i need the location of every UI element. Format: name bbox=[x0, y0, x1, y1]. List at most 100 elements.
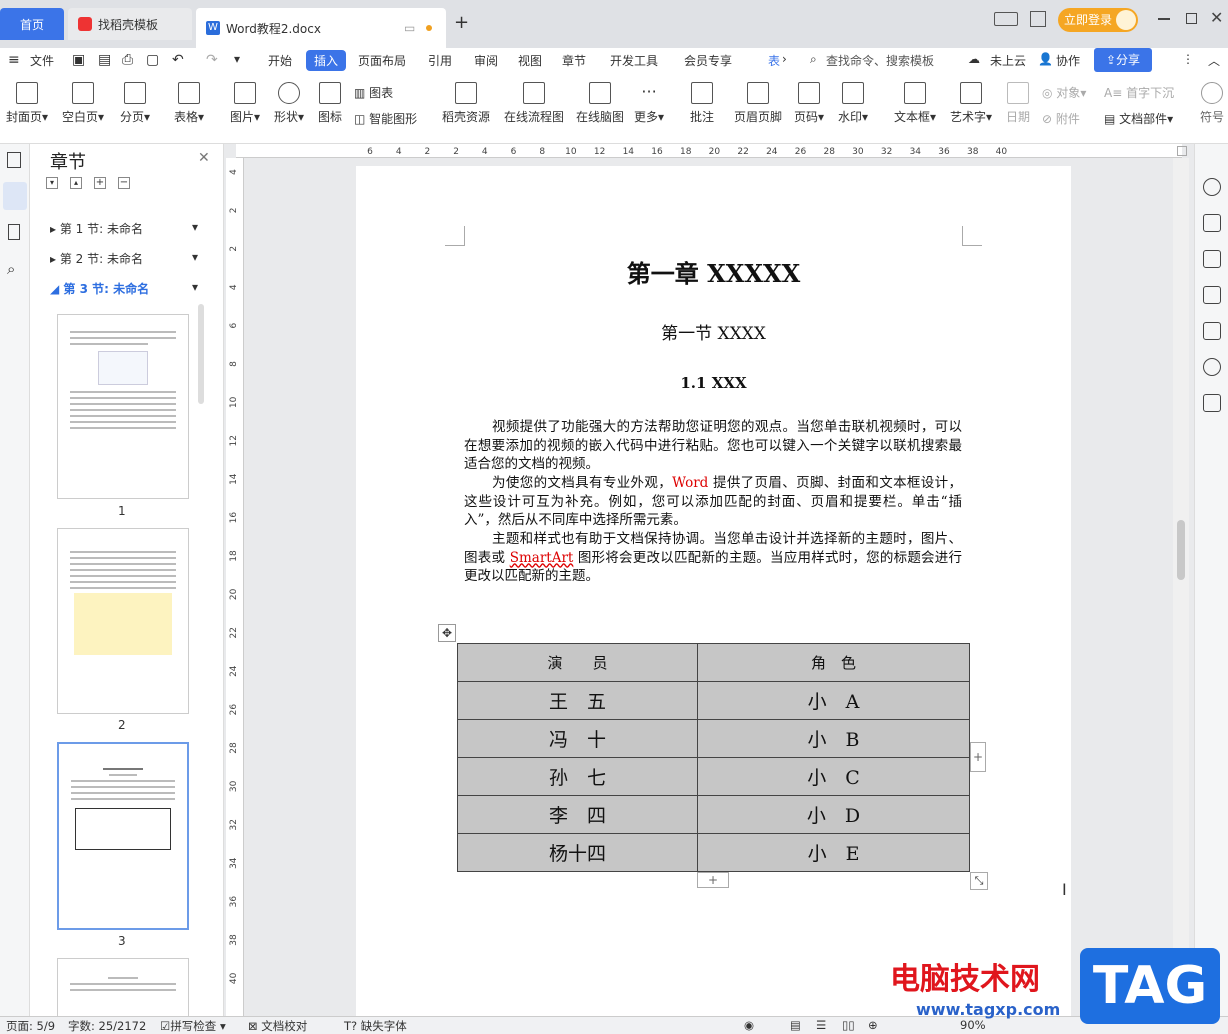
grid-icon[interactable] bbox=[1030, 11, 1046, 27]
chart-button[interactable]: ▥ 图表 bbox=[354, 84, 393, 101]
smart-graphic-button[interactable]: ◫ 智能图形 bbox=[354, 110, 417, 127]
document-page[interactable] bbox=[356, 166, 1071, 1016]
page-thumbnail[interactable] bbox=[57, 314, 189, 499]
menu-tab-start[interactable]: 开始 bbox=[268, 52, 292, 69]
comment-button[interactable]: 批注 bbox=[690, 82, 714, 125]
command-search-input[interactable]: 查找命令、搜索模板 bbox=[826, 52, 934, 69]
pen-icon[interactable] bbox=[1203, 214, 1221, 232]
menu-tab-view[interactable]: 视图 bbox=[518, 52, 542, 69]
table-cell[interactable]: 小 B bbox=[697, 719, 970, 758]
menu-tab-reference[interactable]: 引用 bbox=[428, 52, 452, 69]
menu-tab-member[interactable]: 会员专享 bbox=[684, 52, 732, 69]
minimize-icon[interactable] bbox=[1158, 18, 1170, 20]
shape-button[interactable]: 形状▾ bbox=[274, 82, 304, 125]
table-cell[interactable]: 小 A bbox=[697, 681, 970, 720]
export-pdf-icon[interactable]: ▤ bbox=[98, 52, 111, 68]
table-cell[interactable]: 王 五 bbox=[457, 681, 698, 720]
tab-home[interactable]: 首页 bbox=[0, 8, 64, 40]
tab-document[interactable]: W Word教程2.docx ▭ bbox=[196, 8, 446, 48]
table-button[interactable]: 表格▾ bbox=[174, 82, 204, 125]
collapse-all-icon[interactable]: ▾ bbox=[46, 177, 58, 189]
word-count[interactable]: 字数: 25/2172 bbox=[68, 1018, 146, 1034]
menu-tab-review[interactable]: 审阅 bbox=[474, 52, 498, 69]
proofread-button[interactable]: ⊠ 文档校对 bbox=[248, 1018, 307, 1034]
horizontal-ruler[interactable]: 6 4 2 2 4 6 8 10 12 14 16 18 20 22 24 26 28 30 32 34 36 38 40 bbox=[236, 144, 1182, 158]
online-mindmap-button[interactable]: 在线脑图 bbox=[576, 82, 624, 125]
wordart-button[interactable]: 艺术字▾ bbox=[950, 82, 992, 125]
page-indicator[interactable]: 页面: 5/9 bbox=[6, 1018, 55, 1034]
section-dropdown-icon[interactable]: ▾ bbox=[192, 280, 198, 294]
collaborate-button[interactable]: 协作 bbox=[1056, 52, 1080, 69]
section-item[interactable]: ▸ 第 1 节: 未命名 ▾ bbox=[50, 220, 198, 237]
sliders-icon[interactable] bbox=[1203, 286, 1221, 304]
spell-check-button[interactable]: ☑拼写检查 ▾ bbox=[160, 1018, 226, 1034]
panel-scrollbar[interactable] bbox=[198, 304, 204, 404]
resource-icon[interactable] bbox=[1203, 322, 1221, 340]
outline-view-icon[interactable]: ☰ bbox=[816, 1018, 826, 1032]
web-view-icon[interactable]: ⊕ bbox=[868, 1018, 878, 1032]
print-preview-icon[interactable]: ▢ bbox=[146, 52, 159, 68]
table-header-cell[interactable]: 角 色 bbox=[697, 643, 970, 682]
more-button[interactable]: ··· 更多▾ bbox=[634, 82, 664, 125]
page-break-button[interactable]: 分页▾ bbox=[120, 82, 150, 125]
close-panel-icon[interactable]: ✕ bbox=[198, 150, 210, 166]
table-move-handle-icon[interactable]: ✥ bbox=[438, 624, 456, 642]
add-column-button[interactable]: + bbox=[970, 742, 986, 772]
watermark-button[interactable]: 水印▾ bbox=[838, 82, 868, 125]
page-thumbnail[interactable] bbox=[57, 528, 189, 714]
table-cell[interactable]: 小 E bbox=[697, 833, 970, 872]
undo-icon[interactable]: ↶ bbox=[172, 52, 184, 68]
redo-icon[interactable]: ↷ bbox=[206, 52, 218, 68]
section-item[interactable]: ▸ 第 2 节: 未命名 ▾ bbox=[50, 250, 198, 267]
dropcap-button[interactable]: A≡ 首字下沉 bbox=[1104, 84, 1174, 101]
rocket-icon[interactable] bbox=[1203, 178, 1221, 196]
read-view-icon[interactable]: ▯▯ bbox=[842, 1018, 855, 1032]
lightning-icon[interactable] bbox=[1203, 358, 1221, 376]
table-cell[interactable]: 冯 十 bbox=[457, 719, 698, 758]
menu-tab-insert[interactable]: 插入 bbox=[306, 50, 347, 71]
section-item-active[interactable]: ◢ 第 3 节: 未命名 ▾ bbox=[50, 280, 198, 297]
save-icon[interactable]: ▣ bbox=[72, 52, 85, 68]
layout-icon[interactable] bbox=[994, 12, 1018, 26]
menu-tab-layout[interactable]: 页面布局 bbox=[358, 52, 406, 69]
share-button[interactable]: ⇪分享 bbox=[1094, 48, 1152, 72]
maximize-icon[interactable] bbox=[1186, 13, 1197, 24]
missing-font-button[interactable]: T? 缺失字体 bbox=[344, 1018, 407, 1034]
zoom-level[interactable]: 90% bbox=[960, 1018, 986, 1032]
textbox-button[interactable]: 文本框▾ bbox=[894, 82, 936, 125]
section-dropdown-icon[interactable]: ▾ bbox=[192, 220, 198, 234]
more-icon[interactable]: ⋮ bbox=[1182, 52, 1194, 66]
collapse-ribbon-icon[interactable]: ︿ bbox=[1208, 52, 1220, 69]
attachment-button[interactable]: ⊘ 附件 bbox=[1042, 110, 1080, 127]
add-row-button[interactable]: + bbox=[697, 872, 729, 888]
tab-pin-icon[interactable]: ▭ bbox=[404, 21, 415, 35]
online-flowchart-button[interactable]: 在线流程图 bbox=[504, 82, 564, 125]
date-button[interactable]: 日期 bbox=[1006, 82, 1030, 125]
cursor-icon[interactable] bbox=[1203, 250, 1221, 268]
add-section-icon[interactable]: + bbox=[94, 177, 106, 189]
expand-all-icon[interactable]: ▴ bbox=[70, 177, 82, 189]
cloud-status[interactable]: 未上云 bbox=[990, 52, 1026, 69]
eye-protect-icon[interactable]: ◉ bbox=[744, 1018, 754, 1032]
page-thumbnail-active[interactable] bbox=[57, 742, 189, 930]
ruler-toggle-icon[interactable] bbox=[1177, 146, 1187, 156]
find-icon[interactable]: ⌕ bbox=[7, 260, 15, 278]
table-cell[interactable]: 小 C bbox=[697, 757, 970, 796]
table-header-cell[interactable]: 演 员 bbox=[457, 643, 698, 682]
new-tab-button[interactable]: + bbox=[454, 12, 469, 33]
hamburger-icon[interactable]: ≡ bbox=[8, 52, 20, 68]
table-cell[interactable]: 杨十四 bbox=[457, 833, 698, 872]
roles-table[interactable]: 演 员 角 色 王 五小 A 冯 十小 B 孙 七小 C 李 四小 D 杨十四小… bbox=[457, 643, 970, 872]
object-button[interactable]: ◎ 对象▾ bbox=[1042, 84, 1086, 101]
menu-tab-table[interactable]: 表 bbox=[768, 52, 780, 69]
section-dropdown-icon[interactable]: ▾ bbox=[192, 250, 198, 264]
tab-template-store[interactable]: 找稻壳模板 bbox=[68, 8, 192, 40]
quick-access-dropdown-icon[interactable]: ▾ bbox=[234, 52, 240, 66]
scroll-thumb[interactable] bbox=[1177, 520, 1185, 580]
chevron-right-icon[interactable]: › bbox=[782, 52, 787, 66]
bookmark-icon[interactable] bbox=[8, 224, 20, 240]
search-icon[interactable]: ⌕ bbox=[810, 52, 817, 67]
book-icon[interactable] bbox=[1203, 394, 1221, 412]
document-parts-button[interactable]: ▤ 文档部件▾ bbox=[1104, 110, 1173, 127]
icon-button[interactable]: 图标 bbox=[318, 82, 342, 125]
